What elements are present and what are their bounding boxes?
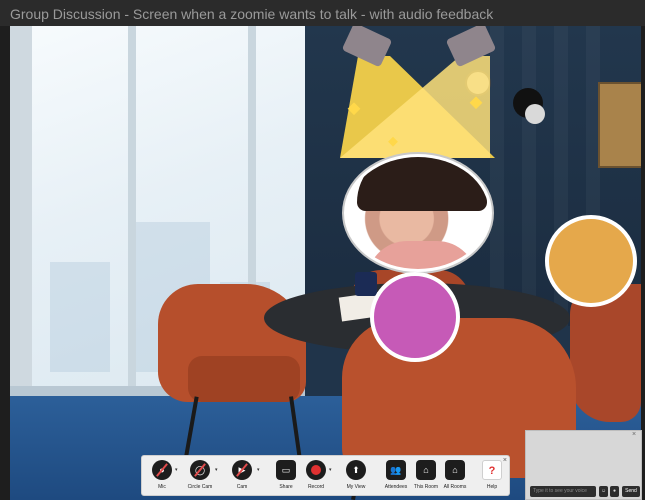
send-button[interactable]: Send [622,486,640,497]
mic-button[interactable]: ● Mic [148,460,176,494]
cam-options-chevron-icon[interactable]: ▾ [257,468,260,473]
record-button[interactable]: Record [302,460,330,494]
my-view-icon: ⬆ [346,460,366,480]
cam-label: Cam [236,484,248,490]
camera-muted-icon: ▶ [232,460,252,480]
emoji-icon[interactable]: ☺ [599,486,608,497]
circle-cam-icon: ◯ [190,460,210,480]
record-icon [306,460,326,480]
chat-panel: × Type it to see your voice ☺ ● Send [525,430,642,500]
pen-cup-icon [355,272,377,296]
cam-button[interactable]: ▶ Cam [228,460,256,494]
meeting-toolbar: × ● Mic ▾ ◯ Circle Cam ▾ ▶ Cam ▾ ▭ Share… [141,455,510,496]
record-options-chevron-icon[interactable]: ▾ [329,468,332,473]
chat-input[interactable]: Type it to see your voice [530,486,596,497]
my-view-button[interactable]: ⬆ My View [342,460,370,494]
title-bar: Group Discussion - Screen when a zoomie … [0,0,645,26]
help-button[interactable]: ? Help [478,460,506,494]
help-icon: ? [482,460,502,480]
circle-cam-label: Circle Cam [187,484,213,490]
mic-muted-icon: ● [152,460,172,480]
my-view-label: My View [346,484,366,490]
close-icon[interactable]: × [632,431,639,438]
help-label: Help [486,484,498,490]
participant-circle-pink[interactable] [370,272,460,362]
chair-left-seat [188,356,300,402]
mic-small-icon[interactable]: ● [610,486,619,497]
all-rooms-button[interactable]: ⌂ All Rooms [441,460,469,494]
meeting-room-stage [10,26,641,500]
participant-circle-orange[interactable] [545,215,637,307]
mic-options-chevron-icon[interactable]: ▾ [175,468,178,473]
spotlight-beams-icon [340,26,496,158]
home-icon: ⌂ [416,460,436,480]
circle-cam-button[interactable]: ◯ Circle Cam [186,460,214,494]
speaker-hair [357,157,487,211]
all-rooms-label: All Rooms [443,484,467,490]
window-title: Group Discussion - Screen when a zoomie … [10,6,494,22]
share-screen-icon: ▭ [276,460,296,480]
city-building [50,262,110,372]
circle-cam-options-chevron-icon[interactable]: ▾ [215,468,218,473]
attendees-icon: 👥 [386,460,406,480]
all-rooms-icon: ⌂ [445,460,465,480]
record-label: Record [307,484,325,490]
speaker-avatar[interactable] [344,154,492,272]
mic-label: Mic [158,484,166,490]
